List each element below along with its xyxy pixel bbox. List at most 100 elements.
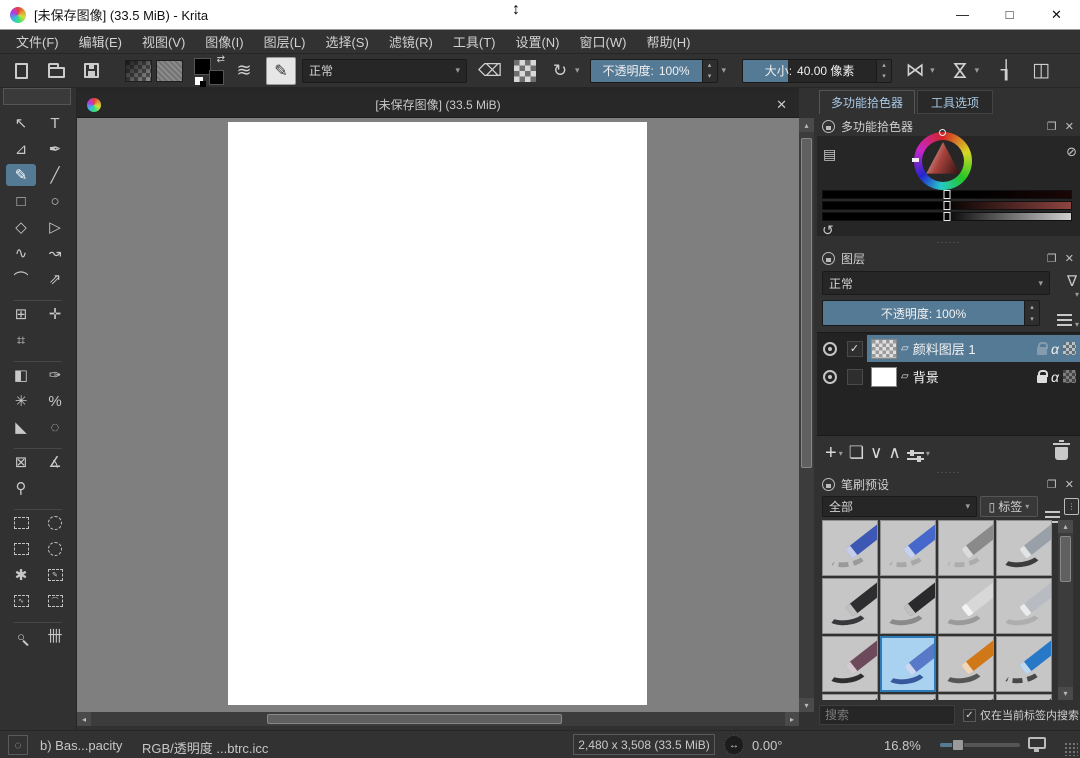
line-tool[interactable]: ╱ [40, 164, 70, 186]
inherit-alpha-icon[interactable] [1063, 342, 1076, 355]
zoom-tool[interactable]: ○ [6, 625, 36, 647]
opacity-spinner[interactable]: ▴ ▾ [702, 60, 717, 82]
show-dockers-button[interactable]: ◫ [1028, 58, 1054, 84]
spin-down-icon[interactable]: ▾ [703, 71, 717, 82]
preset-13[interactable] [822, 694, 878, 700]
fill-block[interactable] [938, 578, 994, 634]
layer-visibility-toggle[interactable] [817, 370, 842, 384]
layer-filter-icon[interactable]: ∇ [1067, 272, 1077, 290]
crop-tool[interactable]: ⌗ [6, 329, 36, 351]
layer-thumbnail[interactable] [871, 367, 897, 387]
menu-item[interactable]: 设置(N) [505, 29, 569, 54]
similar-select-tool[interactable]: ✱ [6, 564, 36, 586]
close-button[interactable]: ✕ [1033, 0, 1080, 30]
tool-button[interactable] [14, 440, 62, 449]
calligraphy-tool[interactable]: ✒ [40, 138, 70, 160]
menu-item[interactable]: 文件(F) [6, 29, 69, 54]
layer-properties-button[interactable]: ▾ [907, 449, 930, 458]
swap-colors-icon[interactable]: ⇄ [217, 54, 225, 65]
docker-lock-icon[interactable] [822, 120, 835, 133]
similar-color-select-tool[interactable]: ✎ [40, 564, 70, 586]
gradient-chooser-button[interactable] [125, 60, 152, 82]
toolbox-tab[interactable] [3, 88, 71, 105]
airbrush-soft[interactable] [938, 520, 994, 576]
freehand-brush-tool[interactable]: ✎ [6, 164, 36, 186]
blend-mode-dropdown[interactable]: 正常 ▾ [302, 59, 467, 83]
mirror-vertical-button[interactable]: ⋈ [947, 58, 973, 84]
alpha-lock-icon[interactable]: α [1051, 341, 1059, 357]
lock-icon[interactable] [1037, 347, 1047, 355]
layer-blend-mode-dropdown[interactable]: 正常 ▾ [822, 271, 1050, 295]
move-layer-up-button[interactable]: ∧ [888, 443, 900, 463]
ellipse-select-tool[interactable] [40, 512, 70, 534]
close-docker-icon[interactable]: ✕ [1065, 252, 1074, 265]
current-preset-label[interactable]: b) Bas...pacity [40, 738, 122, 753]
paint-wet[interactable] [822, 636, 878, 692]
assistants-tool[interactable]: ⊠ [6, 451, 36, 473]
pattern-chooser-button[interactable] [156, 60, 183, 82]
edit-shapes-tool[interactable]: ⊿ [6, 138, 36, 160]
size-spinner[interactable]: ▴ ▾ [876, 60, 891, 82]
marker-dry[interactable] [822, 578, 878, 634]
marker-details[interactable] [880, 578, 936, 634]
scroll-right-icon[interactable]: ▸ [785, 712, 799, 726]
refresh-colors-icon[interactable]: ↺ [822, 222, 834, 239]
resize-grip[interactable] [1064, 742, 1078, 756]
polygon-select-tool[interactable] [6, 538, 36, 560]
eraser-mode-button[interactable]: ⌫ [477, 58, 503, 84]
rotation-angle-value[interactable]: 0.00° [752, 738, 783, 753]
float-docker-icon[interactable]: ❐ [1047, 252, 1057, 265]
docker-splitter[interactable]: ······ [817, 238, 1080, 246]
color-sampler-tool[interactable]: ✑ [40, 364, 70, 386]
close-docker-icon[interactable]: ✕ [1065, 120, 1074, 133]
tool-button[interactable] [14, 501, 62, 510]
slider-marker[interactable] [944, 201, 951, 210]
spin-up-icon[interactable]: ▴ [703, 60, 717, 71]
layer-opacity-spinner[interactable]: ▴ ▾ [1024, 301, 1039, 325]
fit-to-screen-icon[interactable] [1028, 737, 1046, 749]
choose-brush-preset-button[interactable]: ≋ [231, 58, 257, 84]
transform-tool[interactable]: ⊞ [6, 303, 36, 325]
alpha-lock-icon[interactable]: α [1051, 369, 1059, 385]
search-input[interactable] [819, 705, 955, 725]
details-round[interactable] [938, 636, 994, 692]
mirror-horizontal-button[interactable]: ⋈ [902, 58, 928, 84]
scroll-up-icon[interactable]: ▴ [1058, 520, 1073, 533]
docker-lock-icon[interactable] [822, 252, 835, 265]
reload-preset-button[interactable]: ↻ [547, 58, 573, 84]
add-layer-dropdown-icon[interactable]: ▾ [839, 449, 843, 458]
menu-item[interactable]: 滤镜(R) [379, 29, 443, 54]
menu-item[interactable]: 图像(I) [195, 29, 253, 54]
color-slider-2[interactable] [822, 201, 1072, 210]
reference-images-tool[interactable]: ⚲ [6, 477, 36, 499]
add-layer-button[interactable]: +▾ [825, 442, 843, 465]
scroll-down-icon[interactable]: ▾ [799, 698, 814, 712]
layer-options-dropdown-icon[interactable]: ▾ [1075, 320, 1079, 329]
fg-bg-color-selector[interactable]: ⇄ [193, 57, 225, 85]
rectangle-tool[interactable]: □ [6, 190, 36, 212]
opacity-dropdown-icon[interactable]: ▾ [722, 65, 727, 76]
mirror-h-dropdown-icon[interactable]: ▾ [930, 65, 935, 76]
preset-filter-dropdown[interactable]: 全部 ▾ [822, 496, 977, 517]
subwindow-titlebar[interactable]: [未保存图像] (33.5 MiB) ✕ [77, 92, 799, 118]
trim-image-button[interactable]: ┧ [993, 58, 1019, 84]
inherit-alpha-icon[interactable] [1063, 370, 1076, 383]
background-color-swatch[interactable] [210, 71, 223, 84]
layer-name[interactable]: 背景 [913, 367, 1033, 386]
float-docker-icon[interactable]: ❐ [1047, 478, 1057, 491]
layer-row-paint-layer[interactable]: ✓ ▱ 颜料图层 1 α [817, 335, 1080, 362]
menu-item[interactable]: 图层(L) [254, 29, 316, 54]
vertical-scroll-thumb[interactable] [801, 138, 812, 468]
tags-button[interactable]: ▯ 标签 ▾ [980, 496, 1038, 517]
horizontal-scrollbar[interactable]: ◂ ▸ [77, 712, 799, 726]
brush-size-slider[interactable]: 大小: 40.00 像素 ▴ ▾ [742, 59, 892, 83]
scroll-up-icon[interactable]: ▴ [799, 118, 814, 132]
foreground-color-swatch[interactable] [195, 59, 210, 74]
reset-colors-icon[interactable] [195, 77, 203, 85]
scroll-left-icon[interactable]: ◂ [77, 712, 91, 726]
open-document-button[interactable] [43, 58, 69, 84]
hue-ring[interactable] [914, 132, 972, 190]
ink-gpen[interactable] [996, 578, 1052, 634]
color-selector-settings-icon[interactable]: ▤ [823, 146, 836, 163]
docker-lock-icon[interactable] [822, 478, 835, 491]
